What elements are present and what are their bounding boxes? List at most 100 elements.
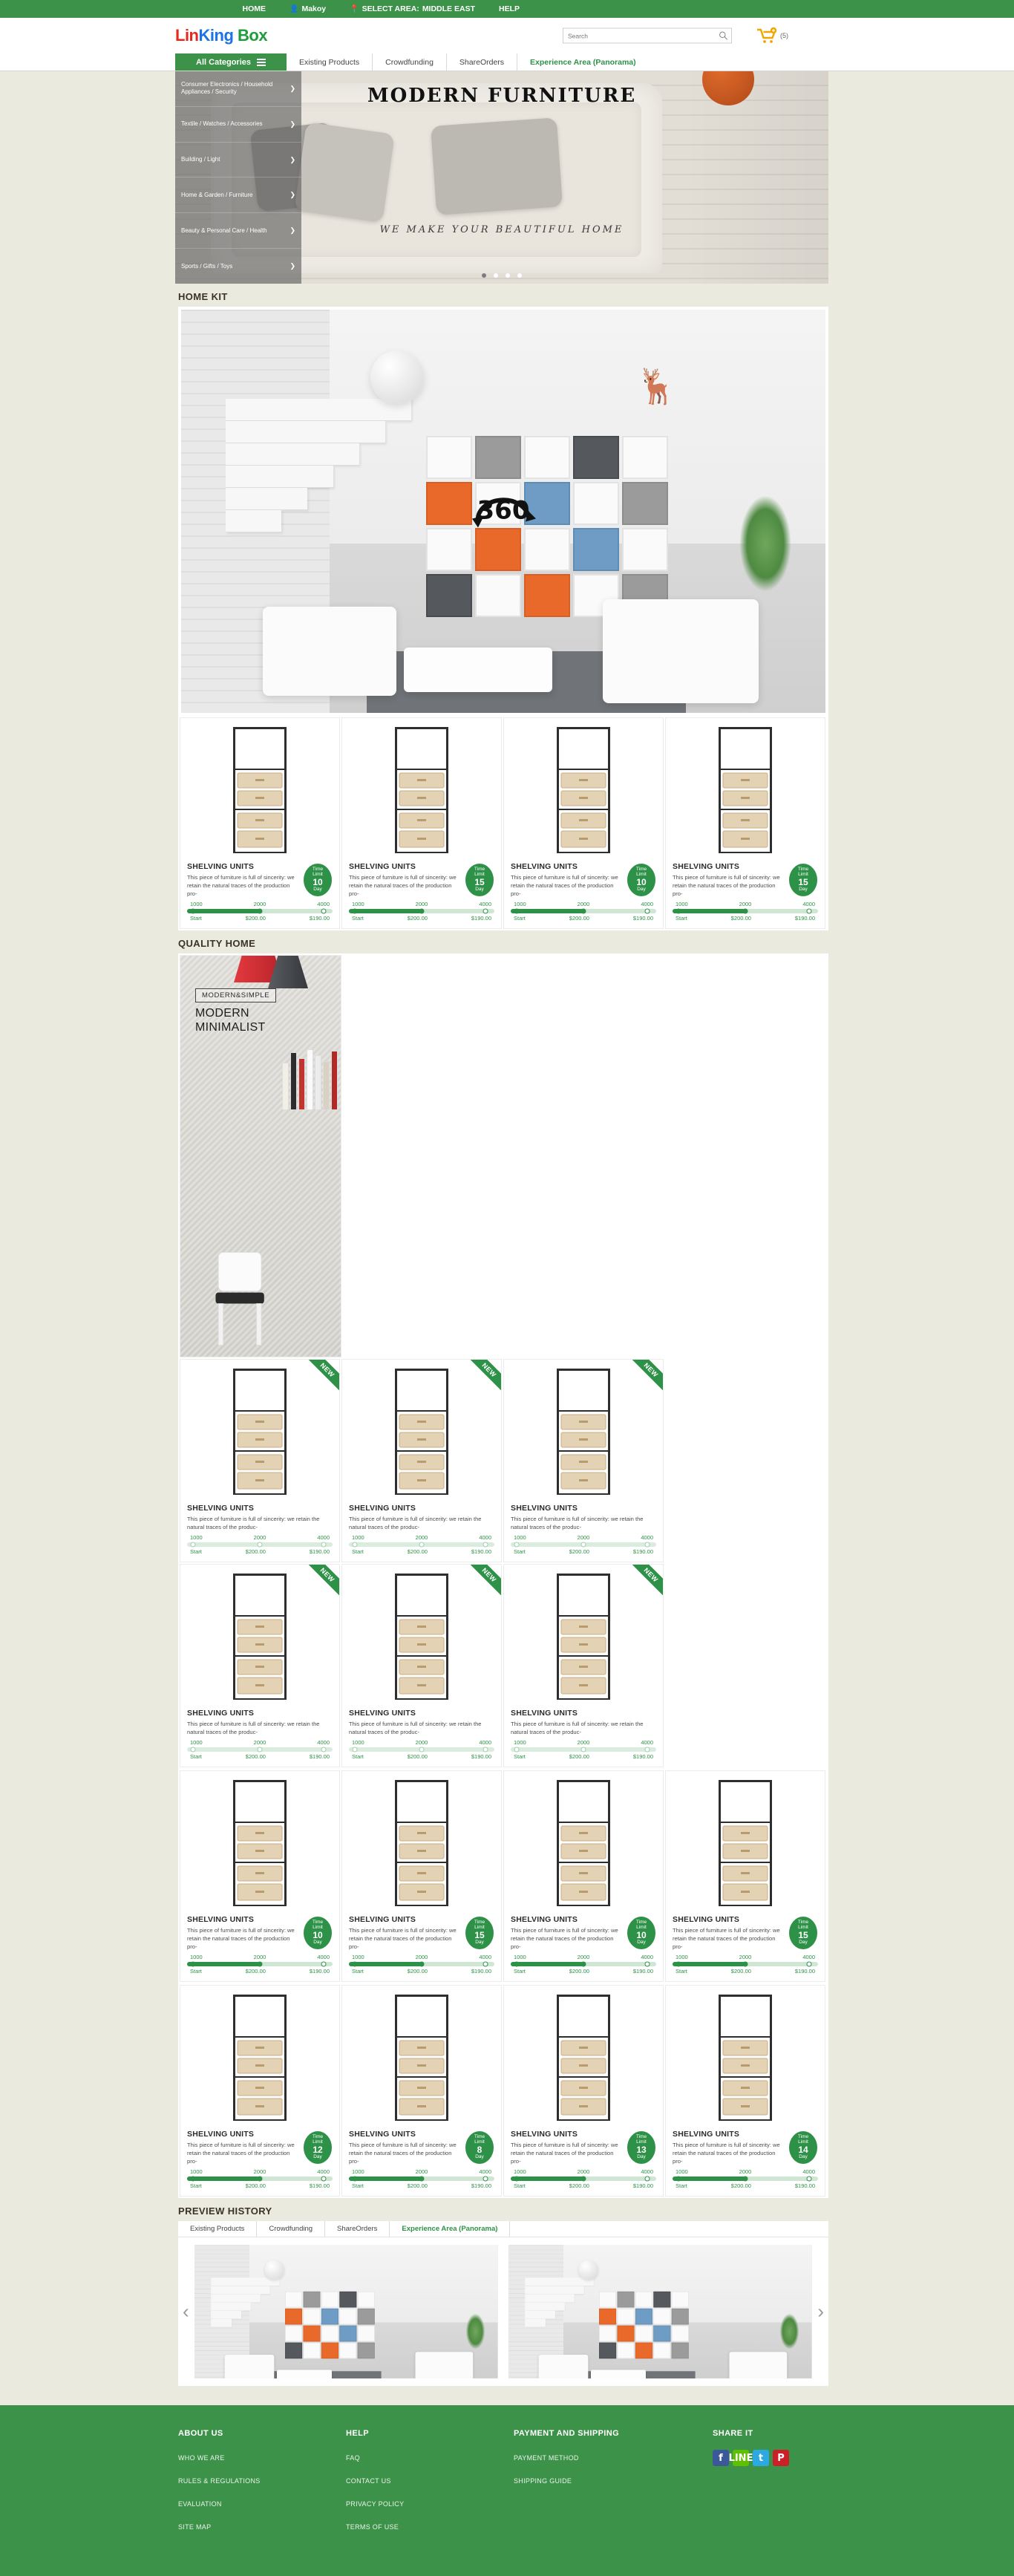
slider-track[interactable] bbox=[349, 2176, 494, 2182]
twitter-icon[interactable]: t bbox=[753, 2450, 769, 2466]
product-card[interactable]: SHELVING UNITS This piece of furniture is… bbox=[180, 1770, 340, 1982]
preview-tab-shareorders[interactable]: ShareOrders bbox=[325, 2221, 390, 2237]
price-slider[interactable]: 1000 2000 4000 Start $200.00 $190.00 bbox=[349, 1534, 494, 1555]
slider-track[interactable] bbox=[673, 1961, 818, 1967]
slider-knob-start[interactable] bbox=[190, 1961, 196, 1967]
slider-track[interactable] bbox=[511, 2176, 656, 2182]
footer-link-faq[interactable]: FAQ bbox=[346, 2454, 514, 2462]
price-slider[interactable]: 1000 2000 4000 Start $200.00 $190.00 bbox=[511, 1954, 656, 1975]
product-card[interactable]: SHELVING UNITS This piece of furniture is… bbox=[180, 717, 340, 929]
slider-knob-end[interactable] bbox=[806, 908, 812, 914]
slider-knob-mid[interactable] bbox=[419, 1747, 425, 1752]
slider-knob-end[interactable] bbox=[644, 908, 650, 914]
carousel-slide-1[interactable] bbox=[194, 2245, 498, 2378]
price-slider[interactable]: 1000 2000 4000 Start $200.00 $190.00 bbox=[511, 901, 656, 922]
slider-knob-end[interactable] bbox=[321, 908, 327, 914]
footer-link-shipping-guide[interactable]: SHIPPING GUIDE bbox=[514, 2477, 681, 2485]
sidebar-item-textile-watches[interactable]: Textile / Watches / Accessories ❯ bbox=[175, 107, 301, 143]
slider-knob-mid[interactable] bbox=[580, 908, 586, 914]
product-card[interactable]: NEW SHELVING UNITS This piece of furniture… bbox=[503, 1359, 664, 1562]
sidebar-item-consumer-electronics[interactable]: Consumer Electronics / Household Applian… bbox=[175, 71, 301, 107]
slider-knob-mid[interactable] bbox=[419, 908, 425, 914]
slider-knob-end[interactable] bbox=[644, 1961, 650, 1967]
product-card[interactable]: NEW SHELVING UNITS This piece of furniture… bbox=[341, 1359, 502, 1562]
slider-knob-end[interactable] bbox=[483, 1747, 488, 1752]
feature-promo-card[interactable]: MODERN&SIMPLE MODERN MINIMALIST bbox=[180, 955, 341, 1357]
product-card[interactable]: SHELVING UNITS This piece of furniture is… bbox=[341, 1770, 502, 1982]
slider-track[interactable] bbox=[511, 908, 656, 914]
product-card[interactable]: SHELVING UNITS This piece of furniture is… bbox=[503, 1770, 664, 1982]
slider-track[interactable] bbox=[673, 908, 818, 914]
price-slider[interactable]: 1000 2000 4000 Start $200.00 $190.00 bbox=[673, 1954, 818, 1975]
sidebar-item-sports-gifts-toys[interactable]: Sports / Gifts / Toys ❯ bbox=[175, 249, 301, 284]
slider-track[interactable] bbox=[187, 1542, 333, 1548]
slider-knob-end[interactable] bbox=[644, 2176, 650, 2182]
slider-knob-mid[interactable] bbox=[580, 1747, 586, 1752]
panorama-viewer[interactable]: 🦌 360 bbox=[178, 307, 828, 716]
product-card[interactable]: NEW SHELVING UNITS This piece of furniture… bbox=[503, 1564, 664, 1767]
slider-track[interactable] bbox=[511, 1961, 656, 1967]
product-card[interactable]: SHELVING UNITS This piece of furniture is… bbox=[665, 717, 825, 929]
price-slider[interactable]: 1000 2000 4000 Start $200.00 $190.00 bbox=[511, 1739, 656, 1760]
rotate-360-icon[interactable]: 360 bbox=[462, 480, 545, 543]
price-slider[interactable]: 1000 2000 4000 Start $200.00 $190.00 bbox=[187, 1954, 333, 1975]
slider-knob-mid[interactable] bbox=[580, 1542, 586, 1548]
product-card[interactable]: SHELVING UNITS This piece of furniture is… bbox=[341, 1985, 502, 2197]
slider-track[interactable] bbox=[511, 1747, 656, 1752]
topbar-link-help[interactable]: HELP bbox=[487, 4, 531, 13]
slider-track[interactable] bbox=[673, 2176, 818, 2182]
nav-tab-existing-products[interactable]: Existing Products bbox=[287, 53, 373, 71]
footer-link-who-we-are[interactable]: WHO WE ARE bbox=[178, 2454, 346, 2462]
price-slider[interactable]: 1000 2000 4000 Start $200.00 $190.00 bbox=[187, 1534, 333, 1555]
slider-track[interactable] bbox=[511, 1542, 656, 1548]
slider-track[interactable] bbox=[349, 1747, 494, 1752]
slider-knob-end[interactable] bbox=[806, 1961, 812, 1967]
slider-track[interactable] bbox=[187, 908, 333, 914]
slider-knob-start[interactable] bbox=[676, 908, 681, 914]
product-card[interactable]: SHELVING UNITS This piece of furniture is… bbox=[341, 717, 502, 929]
slider-knob-end[interactable] bbox=[644, 1747, 650, 1752]
price-slider[interactable]: 1000 2000 4000 Start $200.00 $190.00 bbox=[511, 1534, 656, 1555]
footer-link-contact-us[interactable]: CONTACT US bbox=[346, 2477, 514, 2485]
slider-knob-mid[interactable] bbox=[257, 1542, 263, 1548]
product-card[interactable]: NEW SHELVING UNITS This piece of furniture… bbox=[180, 1359, 340, 1562]
sidebar-item-beauty-personal-care[interactable]: Beauty & Personal Care / Health ❯ bbox=[175, 213, 301, 250]
hero-dot-3[interactable] bbox=[506, 273, 510, 278]
slider-knob-start[interactable] bbox=[514, 2176, 520, 2182]
price-slider[interactable]: 1000 2000 4000 Start $200.00 $190.00 bbox=[187, 901, 333, 922]
slider-knob-mid[interactable] bbox=[742, 1961, 748, 1967]
preview-tab-existing-products[interactable]: Existing Products bbox=[178, 2221, 258, 2237]
price-slider[interactable]: 1000 2000 4000 Start $200.00 $190.00 bbox=[349, 901, 494, 922]
price-slider[interactable]: 1000 2000 4000 Start $200.00 $190.00 bbox=[349, 1739, 494, 1760]
search-input[interactable] bbox=[563, 28, 715, 43]
slider-knob-mid[interactable] bbox=[742, 908, 748, 914]
price-slider[interactable]: 1000 2000 4000 Start $200.00 $190.00 bbox=[673, 2168, 818, 2189]
product-card[interactable]: NEW SHELVING UNITS This piece of furniture… bbox=[180, 1564, 340, 1767]
slider-knob-end[interactable] bbox=[483, 2176, 488, 2182]
price-slider[interactable]: 1000 2000 4000 Start $200.00 $190.00 bbox=[511, 2168, 656, 2189]
slider-knob-mid[interactable] bbox=[419, 1961, 425, 1967]
hero-dot-1[interactable] bbox=[482, 273, 486, 278]
line-icon[interactable]: LINE bbox=[729, 2450, 753, 2466]
product-card[interactable]: SHELVING UNITS This piece of furniture is… bbox=[665, 1770, 825, 1982]
price-slider[interactable]: 1000 2000 4000 Start $200.00 $190.00 bbox=[187, 2168, 333, 2189]
slider-track[interactable] bbox=[187, 1747, 333, 1752]
slider-knob-start[interactable] bbox=[352, 1542, 358, 1548]
slider-track[interactable] bbox=[349, 1542, 494, 1548]
preview-tab-crowdfunding[interactable]: Crowdfunding bbox=[257, 2221, 326, 2237]
slider-knob-start[interactable] bbox=[514, 1542, 520, 1548]
search-button[interactable] bbox=[715, 29, 731, 43]
slider-knob-start[interactable] bbox=[190, 1747, 196, 1752]
cart-button[interactable]: (5) bbox=[756, 27, 788, 45]
slider-knob-mid[interactable] bbox=[580, 1961, 586, 1967]
slider-knob-end[interactable] bbox=[483, 1542, 488, 1548]
footer-link-payment-method[interactable]: PAYMENT METHOD bbox=[514, 2454, 681, 2462]
slider-knob-mid[interactable] bbox=[257, 1961, 263, 1967]
slider-track[interactable] bbox=[349, 908, 494, 914]
carousel-next-button[interactable]: › bbox=[817, 2301, 824, 2324]
slider-knob-start[interactable] bbox=[352, 1961, 358, 1967]
product-card[interactable]: SHELVING UNITS This piece of furniture is… bbox=[503, 1985, 664, 2197]
footer-link-site-map[interactable]: SITE MAP bbox=[178, 2523, 346, 2531]
slider-knob-mid[interactable] bbox=[257, 2176, 263, 2182]
pinterest-icon[interactable]: P bbox=[773, 2450, 789, 2466]
